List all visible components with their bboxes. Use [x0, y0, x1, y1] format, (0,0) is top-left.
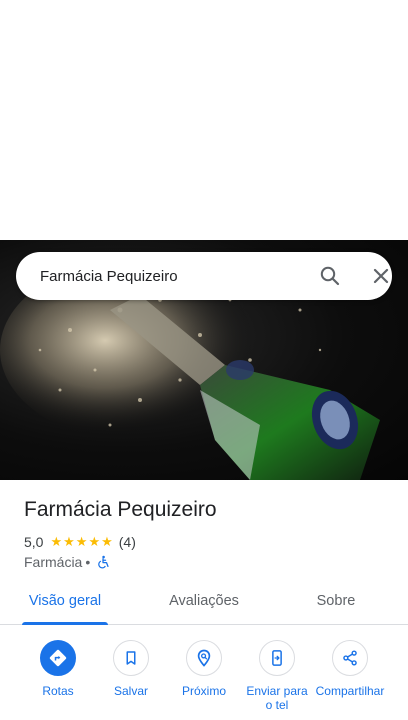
save-button[interactable]: Salvar	[93, 640, 169, 698]
star-icon: ★	[50, 534, 63, 549]
category-row: Farmácia •	[24, 553, 110, 571]
directions-icon	[49, 649, 67, 667]
send-to-phone-label: Enviar para o tel	[246, 684, 308, 712]
tab-label: Avaliações	[169, 593, 239, 609]
directions-button[interactable]: Rotas	[20, 640, 96, 698]
nearby-circle[interactable]	[186, 640, 222, 676]
tab-label: Visão geral	[28, 593, 102, 609]
rating-value: 5,0	[24, 534, 44, 550]
share-label: Compartilhar	[315, 684, 385, 698]
star-icon: ★	[75, 534, 88, 549]
separator: •	[85, 554, 91, 570]
search-bar[interactable]: Farmácia Pequizeiro	[16, 252, 392, 300]
send-to-phone-button[interactable]: Enviar para o tel	[239, 640, 315, 712]
bookmark-icon	[126, 651, 136, 665]
nearby-icon	[197, 649, 211, 667]
tab-reviews[interactable]: Avaliações	[150, 578, 258, 624]
star-icon: ★	[63, 534, 75, 549]
send-to-phone-icon	[272, 650, 282, 666]
share-button[interactable]: Compartilhar	[312, 640, 388, 698]
save-label: Salvar	[113, 684, 148, 698]
close-icon[interactable]	[369, 264, 393, 288]
active-tab-indicator	[22, 622, 108, 625]
nearby-label: Próximo	[181, 684, 226, 698]
blank-map-area	[0, 0, 408, 240]
directions-circle[interactable]	[40, 640, 76, 676]
star-icon: ★	[101, 534, 113, 549]
tab-bar: Visão geral Avaliações Sobre	[0, 578, 408, 625]
search-icon[interactable]	[318, 264, 342, 288]
action-bar: Rotas Salvar Próximo Enviar para o tel C…	[0, 640, 408, 720]
wheelchair-icon	[98, 555, 109, 569]
star-rating: ★ ★ ★ ★ ★	[50, 535, 112, 549]
share-circle[interactable]	[332, 640, 368, 676]
place-title: Farmácia Pequizeiro	[24, 498, 217, 521]
place-category: Farmácia	[24, 554, 83, 570]
share-icon	[343, 650, 357, 666]
tab-about[interactable]: Sobre	[300, 578, 372, 624]
review-count[interactable]: (4)	[119, 534, 136, 550]
tab-label: Sobre	[316, 593, 356, 609]
rating-row[interactable]: 5,0 ★ ★ ★ ★ ★ (4)	[24, 533, 136, 551]
send-to-phone-circle[interactable]	[259, 640, 295, 676]
star-icon: ★	[88, 534, 101, 549]
directions-label: Rotas	[42, 684, 74, 698]
tab-overview[interactable]: Visão geral	[22, 578, 108, 624]
save-circle[interactable]	[113, 640, 149, 676]
nearby-button[interactable]: Próximo	[166, 640, 242, 698]
